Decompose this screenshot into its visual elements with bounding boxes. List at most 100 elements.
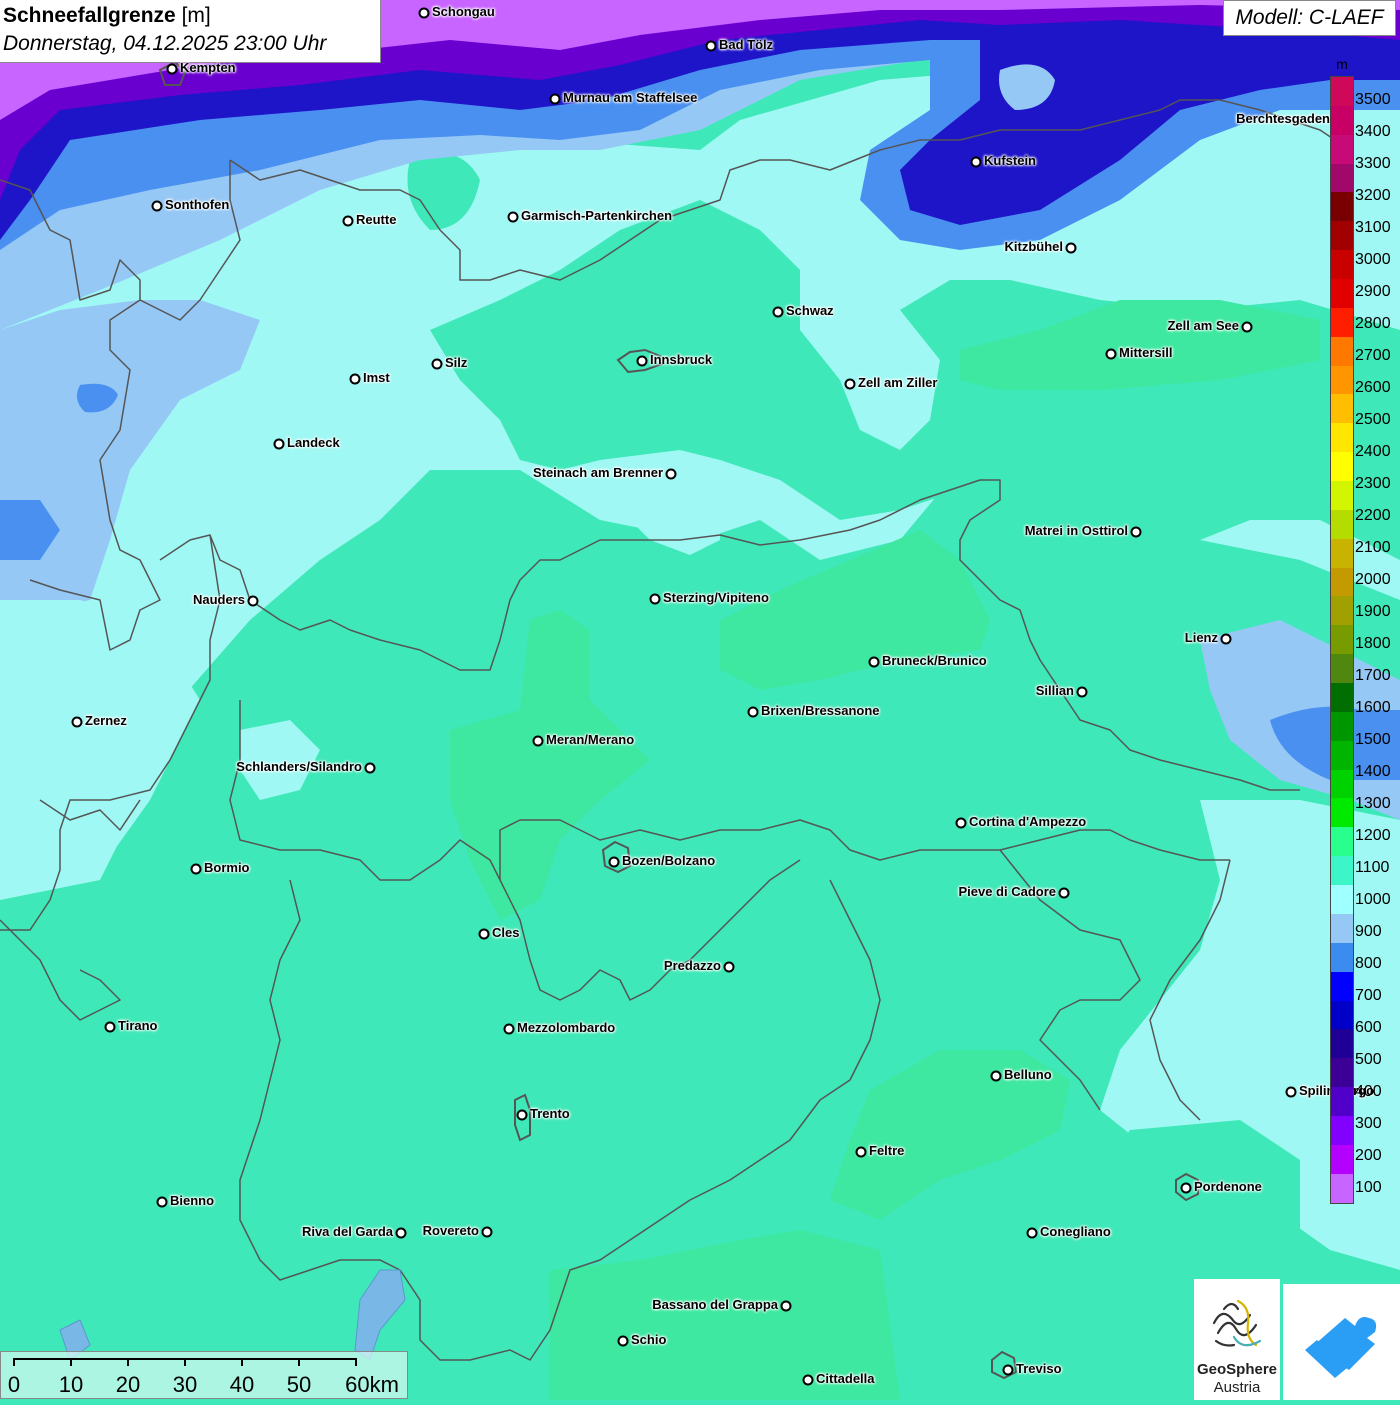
legend-color-bar	[1330, 76, 1354, 1204]
legend-swatch	[1331, 250, 1353, 280]
weather-app-logo	[1283, 1284, 1400, 1400]
city-marker-feltre	[855, 1146, 867, 1158]
city-label-sillian: Sillian	[1035, 683, 1074, 698]
legend-level-label: 3000	[1355, 251, 1391, 268]
legend-swatch	[1331, 769, 1353, 799]
legend-swatch	[1331, 683, 1353, 712]
legend-level-label: 300	[1355, 1115, 1382, 1132]
legend-swatch	[1331, 1000, 1353, 1030]
title-box: Schneefallgrenze [m] Donnerstag, 04.12.2…	[0, 0, 381, 63]
city-marker-zell-am-ziller	[844, 378, 856, 390]
legend-swatch	[1331, 913, 1353, 943]
city-label-zell-am-see: Zell am See	[1167, 318, 1239, 333]
legend-level-label: 2000	[1355, 571, 1391, 588]
city-label-cles: Cles	[492, 925, 520, 940]
scale-tick	[13, 1358, 15, 1366]
city-label-schlanders-silandro: Schlanders/Silandro	[236, 759, 362, 774]
scale-tick	[127, 1358, 129, 1366]
legend-level-label: 2400	[1355, 443, 1391, 460]
city-marker-bormio	[190, 863, 202, 875]
legend-swatch	[1331, 827, 1353, 857]
city-marker-predazzo	[723, 961, 735, 973]
city-label-riva-del-garda: Riva del Garda	[301, 1224, 393, 1239]
scale-label: 40	[229, 1372, 255, 1397]
city-marker-zell-am-see	[1241, 321, 1253, 333]
legend-swatch	[1331, 740, 1353, 770]
city-marker-conegliano	[1026, 1227, 1038, 1239]
legend-level-label: 3100	[1355, 219, 1391, 236]
legend-swatch	[1331, 77, 1353, 106]
legend-swatch	[1331, 711, 1353, 741]
city-label-conegliano: Conegliano	[1040, 1224, 1111, 1239]
city-marker-rovereto	[481, 1226, 493, 1238]
legend-level-label: 1700	[1355, 667, 1391, 684]
city-label-kufstein: Kufstein	[984, 153, 1036, 168]
legend-level-label: 1800	[1355, 635, 1391, 652]
city-label-brixen-bressanone: Brixen/Bressanone	[761, 703, 880, 718]
legend-level-label: 200	[1355, 1147, 1382, 1164]
city-label-reutte: Reutte	[356, 212, 397, 227]
city-marker-lienz	[1220, 633, 1232, 645]
city-label-mezzolombardo: Mezzolombardo	[517, 1020, 616, 1035]
legend-level-label: 2500	[1355, 411, 1391, 428]
legend-swatch	[1331, 163, 1353, 193]
city-marker-silz	[431, 358, 443, 370]
city-label-belluno: Belluno	[1004, 1067, 1052, 1082]
scale-tick	[298, 1358, 300, 1366]
legend-level-label: 900	[1355, 923, 1382, 940]
city-marker-mittersill	[1105, 348, 1117, 360]
city-label-rovereto: Rovereto	[422, 1223, 479, 1238]
legend-swatch	[1331, 567, 1353, 597]
city-label-garmisch-partenkirchen: Garmisch-Partenkirchen	[521, 208, 673, 223]
geosphere-name-line1: GeoSphere	[1196, 1361, 1278, 1378]
city-marker-bozen-bolzano	[608, 856, 620, 868]
city-marker-kitzb-hel	[1065, 242, 1077, 254]
city-marker-cortina-d-ampezzo	[955, 817, 967, 829]
scale-tick	[241, 1358, 243, 1366]
city-marker-riva-del-garda	[395, 1227, 407, 1239]
legend-swatch	[1331, 192, 1353, 222]
city-marker-garmisch-partenkirchen	[507, 211, 519, 223]
legend-swatch	[1331, 885, 1353, 914]
city-marker-kempten	[166, 63, 178, 75]
city-marker-landeck	[273, 438, 285, 450]
scale-bar: 0 10 20 30 40 50 60km	[0, 1351, 408, 1399]
city-label-kitzb-hel: Kitzbühel	[1004, 239, 1064, 254]
city-label-bruneck-brunico: Bruneck/Brunico	[882, 653, 987, 668]
city-marker-sonthofen	[151, 200, 163, 212]
legend-swatch	[1331, 279, 1353, 308]
city-label-bassano-del-grappa: Bassano del Grappa	[652, 1297, 778, 1312]
city-marker-tirano	[104, 1021, 116, 1033]
city-marker-cles	[478, 928, 490, 940]
legend-swatch	[1331, 1058, 1353, 1088]
legend-swatch	[1331, 221, 1353, 251]
legend-swatch	[1331, 1173, 1353, 1203]
city-label-mittersill: Mittersill	[1119, 345, 1173, 360]
city-marker-imst	[349, 373, 361, 385]
city-label-lienz: Lienz	[1184, 630, 1218, 645]
city-marker-schlanders-silandro	[364, 762, 376, 774]
scale-tick	[70, 1358, 72, 1366]
legend-level-label: 1300	[1355, 795, 1391, 812]
legend-swatch	[1331, 856, 1353, 886]
title-unit: [m]	[181, 4, 211, 27]
city-label-zernez: Zernez	[85, 713, 127, 728]
city-label-silz: Silz	[445, 355, 468, 370]
city-label-meran-merano: Meran/Merano	[546, 732, 635, 747]
legend-swatch	[1331, 481, 1353, 510]
city-marker-schio	[617, 1335, 629, 1347]
legend-swatch	[1331, 1087, 1353, 1116]
city-marker-steinach-am-brenner	[665, 468, 677, 480]
city-label-treviso: Treviso	[1016, 1361, 1062, 1376]
city-label-schongau: Schongau	[432, 4, 495, 19]
city-label-murnau-am-staffelsee: Murnau am Staffelsee	[563, 90, 698, 105]
legend-level-label: 1200	[1355, 827, 1391, 844]
legend-swatch	[1331, 654, 1353, 684]
legend-level-label: 2600	[1355, 379, 1391, 396]
city-label-pieve-di-cadore: Pieve di Cadore	[958, 884, 1056, 899]
legend-swatch	[1331, 1029, 1353, 1059]
city-label-feltre: Feltre	[869, 1143, 905, 1158]
scale-tick	[355, 1358, 357, 1366]
city-marker-kufstein	[970, 156, 982, 168]
city-marker-meran-merano	[532, 735, 544, 747]
